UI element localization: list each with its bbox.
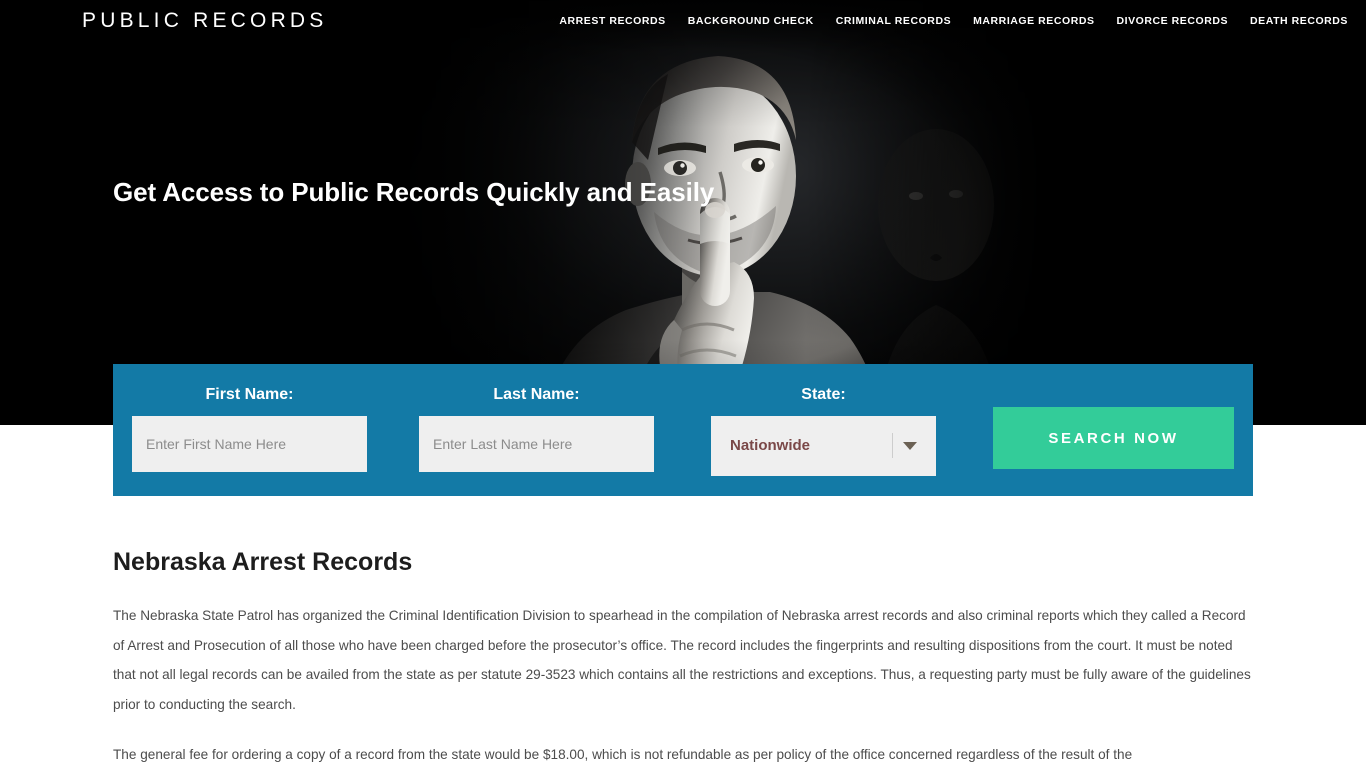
state-field-group: State: Nationwide: [711, 385, 936, 476]
page-root: PUBLIC RECORDS Arrest Records Background…: [0, 0, 1366, 768]
first-name-field-group: First Name:: [132, 385, 367, 472]
nav-item-arrest-records[interactable]: Arrest Records: [559, 14, 665, 28]
nav-item-marriage-records[interactable]: Marriage Records: [973, 14, 1094, 28]
site-logo[interactable]: PUBLIC RECORDS: [82, 8, 328, 34]
state-selected-value: Nationwide: [730, 437, 811, 454]
last-name-field-group: Last Name:: [419, 385, 654, 472]
select-divider: [892, 433, 893, 458]
main-content: Nebraska Arrest Records The Nebraska Sta…: [113, 545, 1253, 768]
content-paragraph-2: The general fee for ordering a copy of a…: [113, 747, 1133, 762]
page-title: Nebraska Arrest Records: [113, 548, 413, 576]
hero-headline: Get Access to Public Records Quickly and…: [113, 177, 715, 207]
hero-photo-shushing-man: [330, 0, 1050, 425]
record-search-form: First Name: Last Name: State: Nationwide…: [113, 364, 1253, 496]
shushing-man-illustration: [330, 0, 1050, 425]
state-label: State:: [801, 386, 846, 403]
last-name-input[interactable]: [419, 416, 654, 472]
nav-item-death-records[interactable]: Death Records: [1250, 14, 1348, 28]
search-now-button[interactable]: Search Now: [993, 407, 1234, 469]
nav-item-background-check[interactable]: Background Check: [688, 14, 814, 28]
nav-item-criminal-records[interactable]: Criminal Records: [836, 14, 951, 28]
chevron-down-icon: [903, 442, 917, 450]
state-select[interactable]: Nationwide: [711, 416, 936, 476]
content-paragraph-1: The Nebraska State Patrol has organized …: [113, 608, 1251, 712]
first-name-label: First Name:: [205, 386, 294, 403]
last-name-label: Last Name:: [493, 386, 580, 403]
site-header: PUBLIC RECORDS Arrest Records Background…: [0, 0, 1366, 44]
nav-item-divorce-records[interactable]: Divorce Records: [1117, 14, 1229, 28]
first-name-input[interactable]: [132, 416, 367, 472]
hero-banner: [0, 0, 1366, 425]
main-navigation: Arrest Records Background Check Criminal…: [559, 14, 1348, 28]
